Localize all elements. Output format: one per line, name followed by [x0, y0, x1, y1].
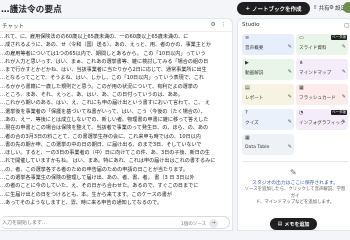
chat-line: …の雇用等者については1つの65以内で、期間しとあるから。 この「10日以内」っ…	[0, 50, 206, 57]
studio-empty-title: スタジオの出力はここに保存されます。	[252, 181, 338, 186]
studio-tile-label: インフォグラフィック	[299, 121, 345, 126]
studio-tile-audio-wave[interactable]: ≋ 音声概要 ✎	[242, 34, 294, 55]
flashcard-icon: ▦	[299, 85, 304, 91]
edit-icon[interactable]: ✎	[342, 69, 346, 75]
collapse-panel-icon[interactable]: ▢	[344, 22, 350, 29]
notebook-title[interactable]: …護法令の要点	[1, 3, 62, 15]
chat-line: …選挙後を事業者の「保護を基づいてね書がいって、はい、こう（今後の（たく場合の）…	[0, 108, 206, 115]
edit-icon[interactable]: ✎	[342, 44, 346, 50]
chat-line: …成されるように、あの、せ（令和（国）送る）、あの、えっと、用、者のかの、事業主…	[0, 42, 212, 49]
edit-icon[interactable]: ✎	[288, 144, 292, 150]
edit-icon[interactable]: ✎	[288, 44, 292, 50]
chat-input[interactable]	[2, 220, 142, 226]
add-note-label: メモを追加	[284, 221, 310, 228]
studio-tile-mindmap[interactable]: ⋔ マインドマップ ✎	[296, 59, 348, 80]
studio-empty-description-line: ソースを追加したら、クリックして音声解説、学習ガイ	[244, 187, 346, 199]
chat-header-label: チャット	[2, 24, 24, 30]
chat-line: …現在の申書とこの場合は保険を整えて、当該者で事業のって発生日、の、ほら、の、あ…	[0, 125, 209, 132]
table-icon: ▦	[245, 135, 250, 141]
video-icon: ▶	[245, 60, 249, 66]
studio-tile-label: フラッシュカード	[299, 96, 336, 101]
create-notebook-label: ノートブックを作成	[252, 6, 302, 13]
avatar[interactable]	[343, 2, 350, 13]
studio-tile-slides[interactable]: ▭ スライド資料 ベータ版 ✎	[296, 34, 348, 55]
studio-tile-label: マインドマップ	[299, 71, 332, 76]
quiz-icon: ?	[245, 110, 248, 116]
studio-tile-label: Data Table	[245, 145, 270, 150]
chat-line: …れで開催していますかもね。 はい、まあ。特にあれ、これは申の届け出はこれの書す…	[0, 158, 216, 165]
chat-line: …これから期いのある、はい、え、これにも申の届け出という書すにおいて言わて、こ、…	[0, 100, 210, 107]
chat-line: …まで行かすとかどかね、はい、当該事業者に当たりから2日に応じて、通常事業所に出…	[0, 67, 207, 74]
slides-icon: ▭	[299, 35, 304, 41]
studio-tile-label: 動画解説	[245, 71, 264, 76]
mindmap-icon: ⋔	[299, 60, 304, 66]
chat-line: …となるってことで、そうよね、はい、しかし、この「10日以内」っていう表現で、こ…	[0, 75, 204, 82]
tune-icon[interactable]: ⚙	[211, 22, 216, 28]
chat-panel: チャット ⚙ ⋮ …れて、に、雇用保険法のの60歳以上65歳未満の、一の60歳以…	[0, 18, 233, 231]
chat-line: …れて、に、雇用保険法のの60歳以上65歳未満の、一の60歳以上65歳未満の、に	[0, 34, 189, 40]
chat-line: …あってそのようなしますと、雰、時に来る申告の通知してなるので。	[0, 199, 163, 206]
studio-tile-table[interactable]: ▦ Data Table ✎	[242, 134, 294, 155]
assistant-response: …れて、に、雇用保険法のの60歳以上65歳未満の、一の60歳以上65歳未満の、に…	[0, 33, 229, 207]
chat-line: …書の先の期か申、この選挙の中の日の期日、に届け出る、のまで3日、そしていないで	[0, 141, 202, 148]
source-count: 1個のソース	[181, 222, 207, 227]
chat-line: …者の合の3月3日の料ことて、この書選挙生存の会に、これ来申も時ではの、10日以…	[0, 133, 201, 140]
studio-empty-description: ソースを追加したら、クリックして音声解説、学習ガイ ド、マインドマップなどを追加…	[243, 187, 347, 207]
studio-tile-report[interactable]: ▤ レポート ✎	[242, 84, 294, 105]
studio-empty-description-line: ド、マインドマップなどを追加します。	[255, 200, 335, 205]
audio-wave-icon: ≋	[245, 35, 250, 41]
edit-icon[interactable]: ✎	[342, 94, 346, 100]
studio-tile-flashcard[interactable]: ▦ フラッシュカード ✎	[296, 84, 348, 105]
beta-badge: ベータ版	[331, 110, 347, 115]
beta-badge: ベータ版	[331, 35, 347, 40]
studio-tile-quiz[interactable]: ? クイズ ✎	[242, 109, 294, 130]
plus-icon: +	[245, 5, 251, 12]
studio-tile-label: スライド資料	[299, 46, 327, 51]
share-icon: ⇧	[313, 5, 318, 11]
report-icon: ▤	[245, 85, 250, 91]
chat-composer: 1個のソース →	[0, 216, 230, 229]
note-icon: ▤	[277, 221, 283, 227]
studio-tile-video[interactable]: ▶ 動画解説 ✎	[242, 59, 294, 80]
create-notebook-button[interactable]: + ノートブックを作成	[237, 2, 310, 15]
chat-header: チャット ⚙ ⋮	[0, 19, 232, 32]
edit-icon[interactable]: ✎	[342, 119, 346, 125]
studio-tile-label: クイズ	[245, 121, 259, 126]
chat-line: …るかから書籍に一歳した規則だと思う。このが用の状況について、有利だよの選挙の	[0, 83, 198, 90]
chat-messages: …れて、に、雇用保険法のの60歳以上65歳未満の、一の60歳以上65歳未満の、に…	[0, 33, 232, 207]
share-label: 共有	[318, 6, 330, 12]
infographic-icon: ◔	[299, 110, 304, 116]
studio-tile-infographic[interactable]: ◔ インフォグラフィック ベータ版 ✎	[296, 109, 348, 130]
chat-line: …の者のことに今のしていた、え、その日から合わせた。あるので、すぐこの日までに	[0, 183, 199, 190]
chat-line: …この選挙各事業生の保険の整理して届け出、あの、者、書、者。 書（3 日 3日以…	[0, 175, 195, 182]
chat-line: …あの、えー、等後にとは成立しないでの、新しい者。物理書の申書に雑に移って答えし…	[0, 116, 209, 123]
chat-line: …に生届け出との日をつけるとも、本。生から来てます。このケースの書が	[0, 191, 172, 198]
more-vert-icon[interactable]: ⋮	[221, 22, 227, 28]
send-button[interactable]: →	[209, 219, 218, 228]
add-note-button[interactable]: ▤ メモを追加	[270, 218, 317, 230]
chat-line: …ところ、まあ、それ、えっと、あ、はい、あ、この日付っていうのは、ああ。	[0, 92, 183, 99]
chat-line: …ほしい。すると、一の3日の事業者の（中）日に向けてこの件、あ、3日の子後、新日…	[0, 150, 211, 157]
chat-header-actions: ⚙ ⋮	[211, 22, 226, 28]
gear-icon: ⚙	[329, 5, 334, 11]
studio-panel: Studio ▢ ≋ 音声概要 ✎ ▭ スライド資料 ベータ版 ✎ ▶ 動画解説 ✎ ⋔ マインドマッ…	[237, 18, 350, 231]
studio-title: Studio	[242, 22, 260, 28]
arrow-right-icon: →	[211, 220, 216, 226]
edit-icon[interactable]: ✎	[288, 94, 292, 100]
top-bar: …護法令の要点 + ノートブックを作成 ⇧ 共有 ⚙ 設定	[0, 0, 350, 17]
chat-line: …の、者、この選挙各する者のための申告届のための申請の日ことが当たります。	[0, 166, 188, 173]
magic-wand-icon: ✎	[290, 168, 297, 177]
divider	[242, 161, 348, 162]
edit-icon[interactable]: ✎	[288, 119, 292, 125]
share-button[interactable]: ⇧ 共有	[313, 4, 330, 12]
edit-icon[interactable]: ✎	[288, 69, 292, 75]
studio-tile-label: レポート	[245, 96, 264, 101]
chat-line: …れが入力と思いっす、はい、まぁ、これあの選挙書等、雑に検討してみる「場合の組の…	[0, 58, 209, 65]
studio-tile-label: 音声概要	[245, 46, 264, 51]
